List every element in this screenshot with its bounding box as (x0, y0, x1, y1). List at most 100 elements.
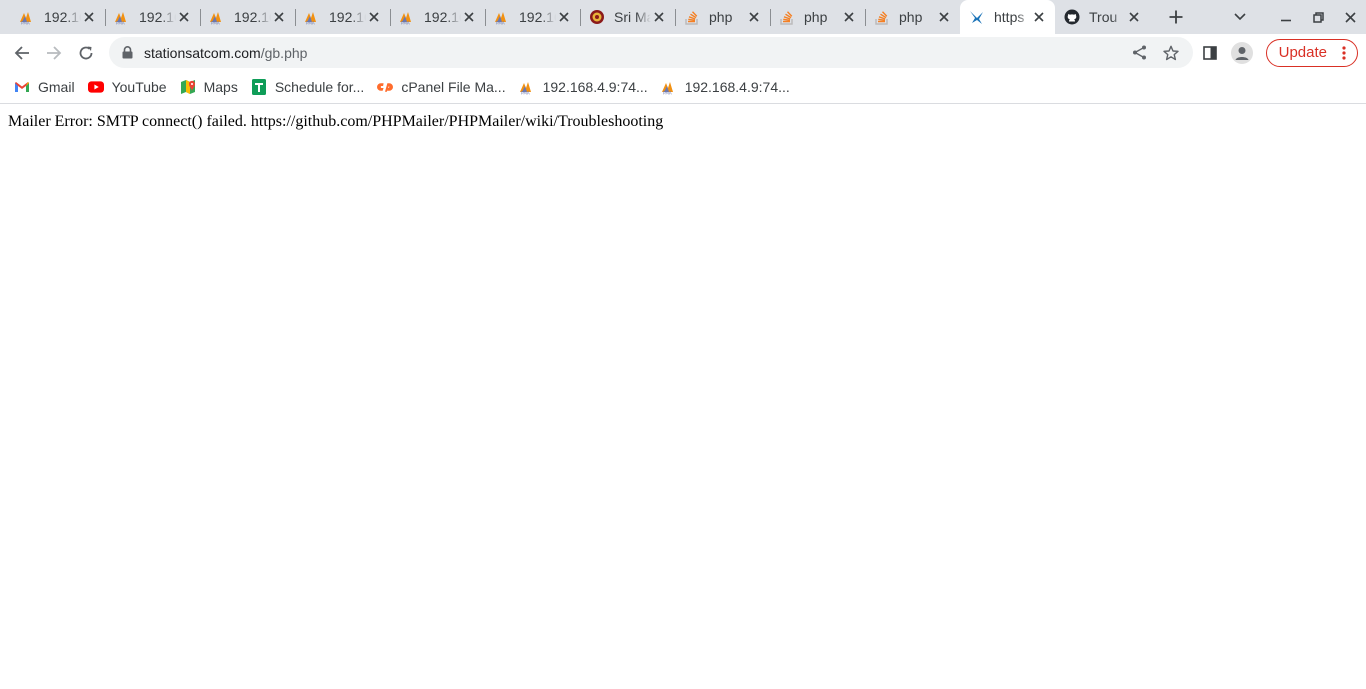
close-icon[interactable] (746, 9, 762, 25)
tab-strip: PMA 192.168.4.9:74 PMA 192.168.4.9:74 PM… (0, 0, 1366, 34)
arrow-left-icon (14, 45, 29, 60)
close-icon[interactable] (651, 9, 667, 25)
tab-separator (200, 9, 201, 26)
close-window-button[interactable] (1334, 0, 1366, 34)
close-icon (1344, 11, 1356, 23)
minimize-button[interactable] (1270, 0, 1302, 34)
url-domain: stationsatcom.com (144, 44, 261, 61)
tab[interactable]: php (865, 0, 960, 34)
github-icon (1064, 9, 1080, 25)
side-panel-button[interactable] (1194, 37, 1226, 69)
tab-title: Sri Ma (614, 9, 651, 25)
tab[interactable]: PMA 192.168.4.9:74 (390, 0, 485, 34)
tab-title: php (804, 9, 828, 25)
bookmark-label: Schedule for... (274, 79, 365, 95)
bookmark-label: 192.168.4.9:74... (542, 79, 648, 95)
tab-title: 192.168.4.9:74 (234, 9, 271, 25)
share-icon (1132, 45, 1146, 60)
phpmyadmin-icon: PMA (114, 9, 130, 25)
close-icon[interactable] (1126, 9, 1142, 25)
bookmark-cpanel[interactable]: cPanel File Ma... (371, 73, 512, 101)
bookmark-star-button[interactable] (1155, 37, 1187, 68)
bookmark-label: Gmail (38, 79, 75, 95)
phpmyadmin-icon: PMA (494, 9, 510, 25)
tab-separator (295, 9, 296, 26)
address-bar-actions (1123, 37, 1187, 68)
address-bar[interactable]: stationsatcom.com/gb.php (109, 37, 1193, 68)
stackoverflow-icon (874, 9, 890, 25)
bookmark-gmail[interactable]: Gmail (8, 73, 82, 101)
close-icon[interactable] (176, 9, 192, 25)
tab-title: 192.168.4.9:74 (519, 9, 556, 25)
plus-icon (1169, 10, 1183, 24)
tab-title: 192.168.4.9:74 (329, 9, 366, 25)
forward-button[interactable] (38, 37, 70, 69)
stackoverflow-icon (779, 9, 795, 25)
tab[interactable]: PMA 192.168.4.9:74 (485, 0, 580, 34)
close-icon[interactable] (366, 9, 382, 25)
close-icon[interactable] (461, 9, 477, 25)
more-vert-icon (1337, 45, 1351, 60)
tab[interactable]: PMA 192.168.4.9:74 (10, 0, 105, 34)
tab[interactable]: php (675, 0, 770, 34)
bookmark-phpmyadmin[interactable]: PMA 192.168.4.9:74... (655, 73, 797, 101)
restore-icon (1312, 11, 1324, 23)
tab-active[interactable]: https (960, 0, 1055, 34)
reload-icon (79, 46, 93, 59)
close-icon[interactable] (841, 9, 857, 25)
maps-icon (180, 79, 196, 95)
new-tab-button[interactable] (1162, 3, 1190, 31)
mailer-error-message: Mailer Error: SMTP connect() failed. htt… (8, 113, 664, 130)
phpmyadmin-icon: PMA (19, 9, 35, 25)
avatar (1230, 41, 1253, 64)
sheets-icon (251, 79, 267, 95)
tab-separator (770, 9, 771, 26)
close-icon[interactable] (936, 9, 952, 25)
phpmyadmin-icon: PMA (519, 79, 535, 95)
side-panel-icon (1202, 45, 1217, 60)
close-icon[interactable] (271, 9, 287, 25)
tab-search-button[interactable] (1224, 0, 1256, 34)
svg-text:PMA: PMA (116, 21, 125, 26)
tab[interactable]: Trou (1055, 0, 1150, 34)
svg-text:PMA: PMA (663, 91, 672, 96)
reload-button[interactable] (70, 37, 102, 69)
back-button[interactable] (6, 37, 38, 69)
minimize-icon (1281, 19, 1291, 22)
site-icon (589, 9, 605, 25)
bookmark-schedule[interactable]: Schedule for... (245, 73, 372, 101)
bookmarks-bar: Gmail YouTube Maps Schedule for... cPane… (0, 71, 1366, 104)
lock-icon[interactable] (119, 45, 135, 61)
tab-title: https (994, 9, 1025, 25)
close-icon[interactable] (1031, 9, 1047, 25)
close-icon[interactable] (81, 9, 97, 25)
restore-button[interactable] (1302, 0, 1334, 34)
bookmark-label: YouTube (111, 79, 167, 95)
tab[interactable]: PMA 192.168.4.9:74 (295, 0, 390, 34)
bookmark-label: Maps (203, 79, 238, 95)
close-icon[interactable] (556, 9, 572, 25)
bird-icon (969, 9, 985, 25)
bookmark-maps[interactable]: Maps (174, 73, 245, 101)
arrow-right-icon (47, 45, 62, 60)
tab-title: Trou (1089, 9, 1118, 25)
profile-button[interactable] (1226, 37, 1258, 69)
tab-list: PMA 192.168.4.9:74 PMA 192.168.4.9:74 PM… (0, 0, 1190, 34)
update-button[interactable]: Update (1265, 38, 1358, 67)
tab-separator (580, 9, 581, 26)
tab[interactable]: PMA 192.168.4.9:74 (105, 0, 200, 34)
phpmyadmin-icon: PMA (304, 9, 320, 25)
bookmark-phpmyadmin[interactable]: PMA 192.168.4.9:74... (513, 73, 655, 101)
svg-text:PMA: PMA (496, 21, 505, 26)
tab-title: 192.168.4.9:74 (139, 9, 176, 25)
tab-title: php (899, 9, 923, 25)
bookmark-youtube[interactable]: YouTube (82, 73, 174, 101)
share-button[interactable] (1123, 37, 1155, 68)
tab[interactable]: PMA 192.168.4.9:74 (200, 0, 295, 34)
url-text[interactable]: stationsatcom.com/gb.php (144, 45, 307, 61)
tab[interactable]: Sri Ma (580, 0, 675, 34)
toolbar-right: Update (1194, 34, 1358, 71)
svg-text:PMA: PMA (306, 21, 315, 26)
star-icon (1163, 45, 1179, 60)
tab[interactable]: php (770, 0, 865, 34)
